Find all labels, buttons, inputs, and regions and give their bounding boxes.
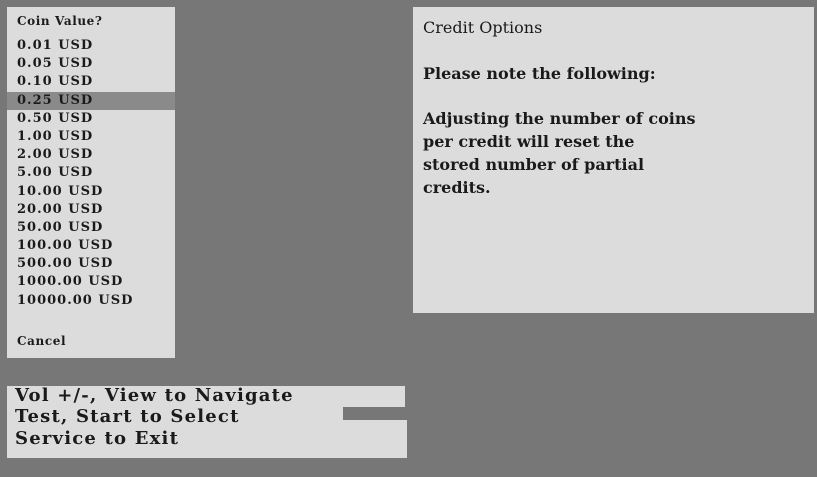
coin-option-0-50[interactable]: 0.50 USD xyxy=(7,110,175,128)
coin-option-500-00[interactable]: 500.00 USD xyxy=(7,255,175,273)
coin-option-20-00[interactable]: 20.00 USD xyxy=(7,201,175,219)
instruction-navigate: Vol +/-, View to Navigate xyxy=(7,386,405,407)
coin-option-0-01[interactable]: 0.01 USD xyxy=(7,37,175,55)
info-body-line: credits. xyxy=(423,178,491,197)
info-title: Credit Options xyxy=(423,18,543,37)
cancel-option[interactable]: Cancel xyxy=(17,332,66,350)
instruction-exit: Service to Exit xyxy=(15,428,180,449)
menu-title: Coin Value? xyxy=(17,14,103,28)
coin-option-1000-00[interactable]: 1000.00 USD xyxy=(7,273,175,291)
coin-option-0-05[interactable]: 0.05 USD xyxy=(7,55,175,73)
coin-option-100-00[interactable]: 100.00 USD xyxy=(7,237,175,255)
info-body-line: Adjusting the number of coins xyxy=(423,109,696,128)
coin-option-10-00[interactable]: 10.00 USD xyxy=(7,183,175,201)
coin-option-5-00[interactable]: 5.00 USD xyxy=(7,164,175,182)
info-body-line: per credit will reset the xyxy=(423,132,635,151)
coin-option-10000-00[interactable]: 10000.00 USD xyxy=(7,292,175,310)
instruction-select: Test, Start to Select xyxy=(7,407,343,427)
coin-option-1-00[interactable]: 1.00 USD xyxy=(7,128,175,146)
coin-option-2-00[interactable]: 2.00 USD xyxy=(7,146,175,164)
coin-value-menu: Coin Value? 0.01 USD 0.05 USD 0.10 USD 0… xyxy=(7,7,175,358)
coin-option-0-25-selected[interactable]: 0.25 USD xyxy=(7,91,175,110)
info-body-line: stored number of partial xyxy=(423,155,645,174)
info-note: Please note the following: xyxy=(423,64,656,83)
coin-option-50-00[interactable]: 50.00 USD xyxy=(7,219,175,237)
info-body: Adjusting the number of coins per credit… xyxy=(423,107,793,199)
coin-option-0-10[interactable]: 0.10 USD xyxy=(7,73,175,91)
credit-options-panel: Credit Options Please note the following… xyxy=(413,7,814,313)
coin-value-options: 0.01 USD 0.05 USD 0.10 USD 0.25 USD 0.50… xyxy=(7,37,175,310)
